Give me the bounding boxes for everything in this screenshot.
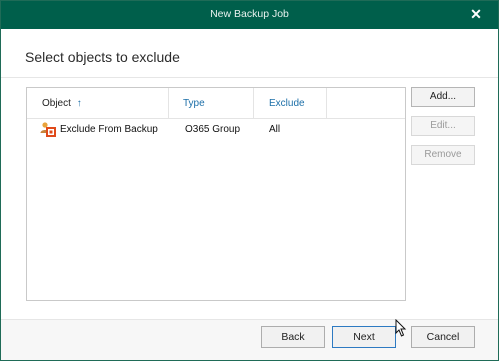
row-object-name: Exclude From Backup	[60, 124, 158, 135]
close-icon[interactable]: ✕	[468, 4, 484, 24]
window-title: New Backup Job	[210, 8, 289, 20]
page-heading: Select objects to exclude	[25, 49, 180, 65]
add-button[interactable]: Add...	[411, 87, 475, 107]
table-row[interactable]: Exclude From Backup O365 Group All	[27, 119, 405, 141]
column-divider[interactable]	[253, 88, 254, 118]
column-header-type[interactable]: Type	[183, 98, 205, 109]
column-header-exclude[interactable]: Exclude	[269, 98, 305, 109]
column-divider[interactable]	[326, 88, 327, 118]
list-header: Object ↑ Type Exclude	[27, 88, 405, 119]
exclusions-list[interactable]: Object ↑ Type Exclude Exclude From Backu…	[26, 87, 406, 301]
column-divider[interactable]	[168, 88, 169, 118]
next-button[interactable]: Next	[332, 326, 396, 348]
row-exclude: All	[269, 124, 281, 135]
office365-group-icon	[40, 122, 56, 137]
new-backup-job-dialog: New Backup Job ✕ Select objects to exclu…	[0, 0, 499, 361]
edit-button[interactable]: Edit...	[411, 116, 475, 136]
title-bar: New Backup Job ✕	[1, 1, 498, 29]
row-type: O365 Group	[185, 124, 241, 135]
cancel-button[interactable]: Cancel	[411, 326, 475, 348]
back-button[interactable]: Back	[261, 326, 325, 348]
column-header-object-label: Object	[42, 98, 71, 109]
mouse-pointer-icon	[395, 319, 407, 337]
header-divider	[1, 77, 498, 78]
header-panel: Select objects to exclude	[1, 29, 498, 77]
remove-button[interactable]: Remove	[411, 145, 475, 165]
column-header-object[interactable]: Object ↑	[42, 98, 82, 109]
sort-ascending-icon: ↑	[76, 98, 82, 109]
